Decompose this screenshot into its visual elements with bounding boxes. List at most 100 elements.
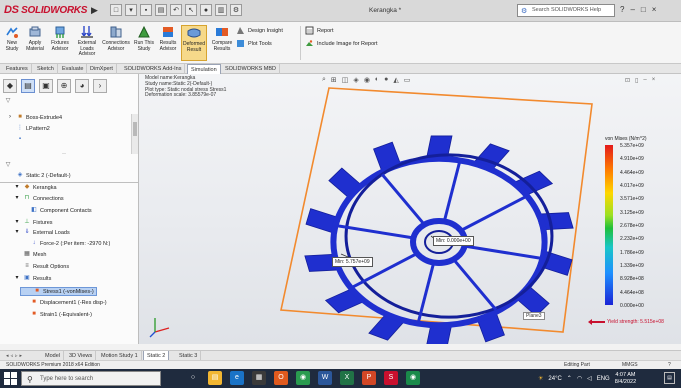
expand-arrow-icon[interactable] [13,263,21,270]
configuration-manager-tab-icon[interactable]: ▣ [39,79,53,93]
property-manager-tab-icon[interactable]: ▤ [21,79,35,93]
wheel-spoke[interactable] [462,244,541,260]
save-icon[interactable]: ▪ [140,4,152,16]
close-button[interactable]: × [652,5,657,14]
design-insight-button[interactable]: Design Insight [236,26,283,35]
last-tab-icon[interactable]: ▸ [20,353,23,359]
weather-temp[interactable]: 24°C [548,376,561,382]
new-study-button[interactable]: New Study [3,25,21,61]
volume-icon[interactable]: ◁ [587,375,592,382]
tree-item-lpattern2[interactable]: ⋮ LPattern2 [6,125,50,132]
tray-expand-icon[interactable]: ⌃ [567,375,572,382]
viewport-tile-icon[interactable]: ▯ [635,77,638,84]
study-tree-item[interactable]: ◧ Component Contacts [20,207,92,214]
clock[interactable]: 4:07 AM 8/4/2022 [615,372,636,386]
feature-manager-tab-icon[interactable]: ◆ [3,79,17,93]
scrollbar-thumb[interactable] [133,122,137,136]
wheel-paddle[interactable] [328,167,364,200]
select-icon[interactable]: ↖ [185,4,197,16]
panel-divider[interactable] [0,182,138,183]
weather-icon[interactable]: ☀ [538,375,543,382]
wheel-model[interactable] [139,74,681,344]
expand-arrow-icon[interactable]: › [6,114,14,121]
language-indicator[interactable]: ENG [597,376,610,382]
plot-tools-button[interactable]: Plot Tools [236,39,272,48]
file-properties-icon[interactable]: ▥ [215,4,227,16]
open-document-icon[interactable]: ▾ [125,4,137,16]
view-orientation-icon[interactable]: ◈ [353,76,358,84]
expand-arrow-icon[interactable] [20,207,28,214]
powerpoint-icon[interactable]: P [362,371,376,385]
include-image-button[interactable]: Include Image for Report [305,39,378,48]
first-tab-icon[interactable]: ◂ [6,353,9,359]
tab-solidworks-addins[interactable]: SOLIDWORKS Add-Ins [121,64,186,74]
new-document-icon[interactable]: □ [110,4,122,16]
options-icon[interactable]: ⚙ [230,4,242,16]
study-tree-item[interactable]: ▾ ⊥ Fixtures [13,219,52,226]
notification-center-icon[interactable]: ▤ [664,372,675,384]
tab-sketch[interactable]: Sketch [34,64,58,74]
taskbar-search-input[interactable]: ⚲ Type here to search [21,371,161,386]
display-style-icon[interactable]: ◉ [364,76,370,84]
study-tree-item[interactable]: ▾ ◆ Kerangka [13,184,56,191]
wheel-spoke[interactable] [458,195,526,233]
viewport-restore-icon[interactable]: ⊡ [625,77,630,84]
study-tree-item[interactable]: ■ Strain1 (-Equivalent-) [20,311,92,318]
study-tree-item[interactable]: ≡ Result Options [13,263,69,270]
tab-solidworks-mbd[interactable]: SOLIDWORKS MBD [222,64,281,74]
file-explorer-icon[interactable]: ▤ [208,371,222,385]
chrome-alt-icon[interactable]: ◉ [406,371,420,385]
run-this-study-button[interactable]: Run This Study [132,25,156,61]
feature-tree-scrollbar[interactable] [131,114,138,154]
appearance-icon[interactable]: ● [384,76,388,84]
help-search-input[interactable]: ⚙ Search SOLIDWORKS Help [517,4,615,17]
study-tree-item[interactable]: ▾ ⇓ External Loads [13,229,69,236]
prev-tab-icon[interactable]: ◃ [11,353,14,359]
zoom-area-icon[interactable]: ⊞ [331,76,337,84]
word-icon[interactable]: W [318,371,332,385]
plane-label[interactable]: Plane3 [523,312,545,320]
study-tree-item[interactable]: ▾ ▣ Results [13,275,51,282]
scene-icon[interactable]: ◭ [393,76,398,84]
fixtures-advisor-button[interactable]: Fixtures Advisor [48,25,72,61]
section-view-icon[interactable]: ◫ [342,76,349,84]
chrome-icon[interactable]: ◉ [296,371,310,385]
tab-scroll-arrows[interactable]: ◂ ◃ ▹ ▸ [6,353,22,359]
wheel-spoke[interactable] [451,256,498,311]
deformed-result-button[interactable]: Deformed Result [181,25,207,61]
windows-start-icon[interactable] [4,372,17,385]
external-loads-advisor-button[interactable]: External Loads Advisor [73,25,101,61]
maximize-button[interactable]: □ [641,5,646,14]
split-handle-icon[interactable]: ‥ [60,150,68,157]
wheel-spoke[interactable] [417,260,436,322]
hide-show-icon[interactable]: ◐ [375,76,379,84]
help-icon[interactable]: ? [620,5,624,14]
menu-expand-icon[interactable]: ▶ [91,5,99,17]
tree-item-boss-extrude4[interactable]: › ■ Boss-Extrude4 [6,114,62,121]
tree-item-partial[interactable]: ▪ [6,136,24,143]
tab-dimxpert[interactable]: DimXpert [87,64,117,74]
expand-arrow-icon[interactable]: ▾ [13,229,21,236]
office-icon[interactable]: O [274,371,288,385]
wheel-spoke[interactable] [337,224,416,240]
expand-arrow-icon[interactable] [20,240,28,247]
graphics-viewport[interactable]: Model name:Kerangka Study name:Static 2(… [139,74,681,344]
filter-icon[interactable]: ▽ [4,98,12,105]
probe-label-min[interactable]: Min: 5.757e+09 [332,257,373,267]
probe-label-max[interactable]: Min: 0.000e+00 [433,236,474,246]
study-filter-icon[interactable]: ▽ [4,162,12,169]
network-icon[interactable]: ◠ [577,375,582,382]
expand-arrow-icon[interactable] [6,172,14,179]
study-tree-item[interactable]: ■ Displacement1 (-Res disp-) [20,299,106,306]
task-view-icon[interactable]: ○ [186,371,200,385]
apply-material-button[interactable]: Apply Material [23,25,47,61]
expand-arrow-icon[interactable]: ▾ [13,184,21,191]
expand-arrow-icon[interactable]: ▾ [13,219,21,226]
compare-results-button[interactable]: Compare Results [209,25,235,61]
study-tree-item[interactable]: ■ Stress1 (-vonMises-) [20,287,97,296]
tab-features[interactable]: Features [3,64,32,74]
expand-arrow-icon[interactable]: ▾ [13,275,21,282]
study-tree-item[interactable]: ▾ ⊓ Connections [13,195,63,202]
expand-arrow-icon[interactable]: ▾ [13,195,21,202]
expand-arrow-icon[interactable] [20,299,28,306]
